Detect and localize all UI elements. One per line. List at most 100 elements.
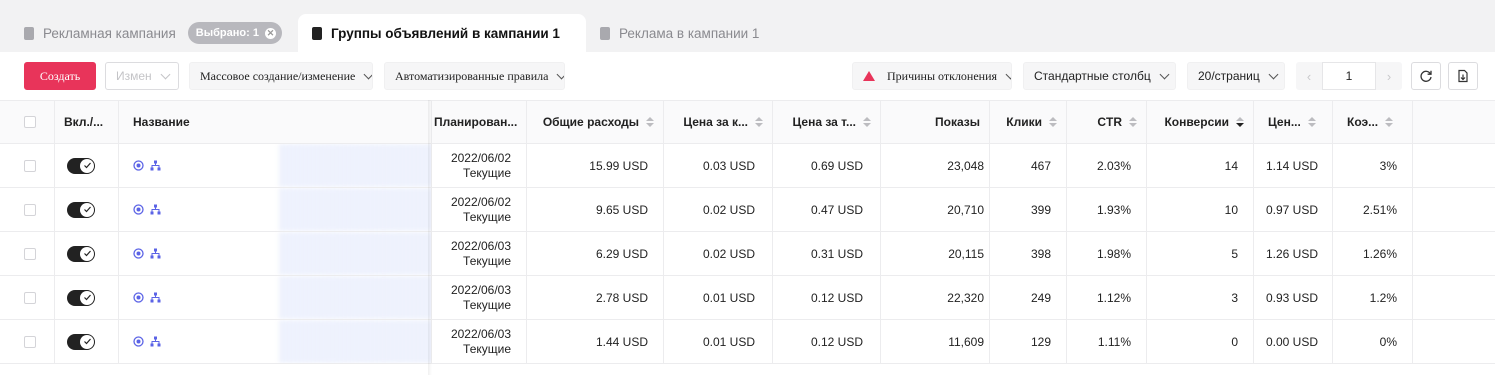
select-all-checkbox[interactable] [24,116,36,128]
header-toggle-label: Вкл./... [64,115,104,129]
header-impressions[interactable]: Показы [881,101,990,143]
hierarchy-icon [150,292,161,303]
sort-icon[interactable] [863,117,871,127]
row-status: Текущие [463,341,511,356]
warning-triangle-icon [863,71,875,81]
status-toggle[interactable] [67,157,95,174]
row-select-cell [0,188,55,231]
tab-ads[interactable]: Реклама в кампании 1 [600,14,759,52]
sort-icon[interactable] [1307,117,1316,127]
status-toggle[interactable] [67,289,95,306]
row-status: Текущие [463,297,511,312]
prev-page-button[interactable]: ‹ [1296,69,1322,84]
clear-selection-icon[interactable]: ✕ [264,27,276,39]
sort-icon[interactable] [1129,117,1137,127]
row-name-cell[interactable] [119,144,432,187]
create-button[interactable]: Создать [24,62,96,90]
row-ctr: 1.98% [1067,232,1147,275]
sort-icon[interactable] [1049,117,1057,127]
row-impressions: 23,048 [881,144,990,187]
table-row[interactable]: 2022/06/02 Текущие 9.65 USD 0.02 USD 0.4… [0,188,1495,232]
row-name-cell[interactable] [119,276,432,319]
header-spend[interactable]: Общие расходы [527,101,664,143]
hierarchy-icon [150,160,161,171]
status-toggle[interactable] [67,333,95,350]
row-ctr: 1.11% [1067,320,1147,363]
row-checkbox[interactable] [24,335,36,348]
page-size-dropdown[interactable]: 20/страниц [1187,62,1285,90]
row-status: Текущие [463,165,511,180]
header-cr[interactable]: Коэ... [1333,101,1413,143]
row-name-cell[interactable] [119,232,432,275]
row-conversions: 3 [1147,276,1254,319]
table-row[interactable]: 2022/06/03 Текущие 1.44 USD 0.01 USD 0.1… [0,320,1495,364]
target-icon [133,336,144,347]
row-date: 2022/06/02 [450,194,511,209]
row-checkbox[interactable] [24,247,36,260]
row-checkbox[interactable] [24,203,36,216]
table-row[interactable]: 2022/06/02 Текущие 15.99 USD 0.03 USD 0.… [0,144,1495,188]
row-conversions: 10 [1147,188,1254,231]
header-name[interactable]: Название [119,101,432,143]
selected-badge[interactable]: Выбрано: 1 ✕ [187,22,282,44]
tab-ad-groups[interactable]: Группы объявлений в кампании 1 [298,14,586,52]
row-spend: 1.44 USD [527,320,664,363]
status-toggle[interactable] [67,245,95,262]
chevron-down-icon [363,69,372,79]
header-ctr[interactable]: CTR [1067,101,1147,143]
header-clicks[interactable]: Клики [990,101,1067,143]
toolbar: Создать Измен Массовое создание/изменени… [0,52,1495,100]
row-name-cell[interactable] [119,188,432,231]
tab-campaign[interactable]: Рекламная кампания Выбрано: 1 ✕ [24,14,282,52]
header-conversions[interactable]: Конверсии [1147,101,1254,143]
next-page-button[interactable]: › [1376,69,1402,84]
tab-ad-groups-label: Группы объявлений в кампании 1 [331,25,560,41]
header-cr-label: Коэ... [1347,115,1379,129]
header-conversions-label: Конверсии [1164,115,1229,129]
row-cpc: 0.03 USD [664,144,773,187]
header-name-label: Название [133,115,190,129]
row-cr: 1.26% [1333,232,1413,275]
checkmark-icon [80,246,94,261]
document-icon [600,26,610,40]
automated-rules-label: Автоматизированные правила [395,68,549,83]
redacted-name [279,188,431,231]
row-cr: 3% [1333,144,1413,187]
header-planned[interactable]: Планирован... [432,101,527,143]
page-number-input[interactable]: 1 [1322,62,1376,90]
header-cpa[interactable]: Цен... [1254,101,1333,143]
sort-icon[interactable] [1385,117,1394,127]
row-spend: 2.78 USD [527,276,664,319]
header-cpc[interactable]: Цена за к... [664,101,773,143]
mass-edit-label: Массовое создание/изменение [200,68,356,83]
rejection-reasons-dropdown[interactable]: Причины отклонения [852,62,1012,90]
row-name-cell[interactable] [119,320,432,363]
redacted-name [279,232,431,275]
table-row[interactable]: 2022/06/03 Текущие 2.78 USD 0.01 USD 0.1… [0,276,1495,320]
sort-icon[interactable] [646,117,654,127]
row-impressions: 22,320 [881,276,990,319]
table-row[interactable]: 2022/06/03 Текущие 6.29 USD 0.02 USD 0.3… [0,232,1495,276]
columns-label: Стандартные столбц [1034,69,1151,83]
row-checkbox[interactable] [24,291,36,304]
sort-desc-icon[interactable] [1236,117,1244,127]
row-date: 2022/06/03 [450,326,511,341]
refresh-button[interactable] [1411,62,1441,90]
header-cpm[interactable]: Цена за т... [773,101,881,143]
export-button[interactable] [1448,62,1478,90]
header-toggle[interactable]: Вкл./... [55,101,119,143]
sort-icon[interactable] [755,117,763,127]
row-checkbox[interactable] [24,159,36,172]
row-date: 2022/06/03 [450,282,511,297]
chevron-down-icon [1159,69,1170,79]
edit-dropdown[interactable]: Измен [105,62,179,90]
chevron-down-icon [160,69,171,79]
mass-edit-dropdown[interactable]: Массовое создание/изменение [189,62,373,90]
row-impressions: 11,609 [881,320,990,363]
status-toggle[interactable] [67,201,95,218]
chevron-down-icon [1005,69,1011,79]
row-conversions: 5 [1147,232,1254,275]
checkmark-icon [80,158,94,173]
automated-rules-dropdown[interactable]: Автоматизированные правила [384,62,565,90]
columns-dropdown[interactable]: Стандартные столбц [1023,62,1176,90]
